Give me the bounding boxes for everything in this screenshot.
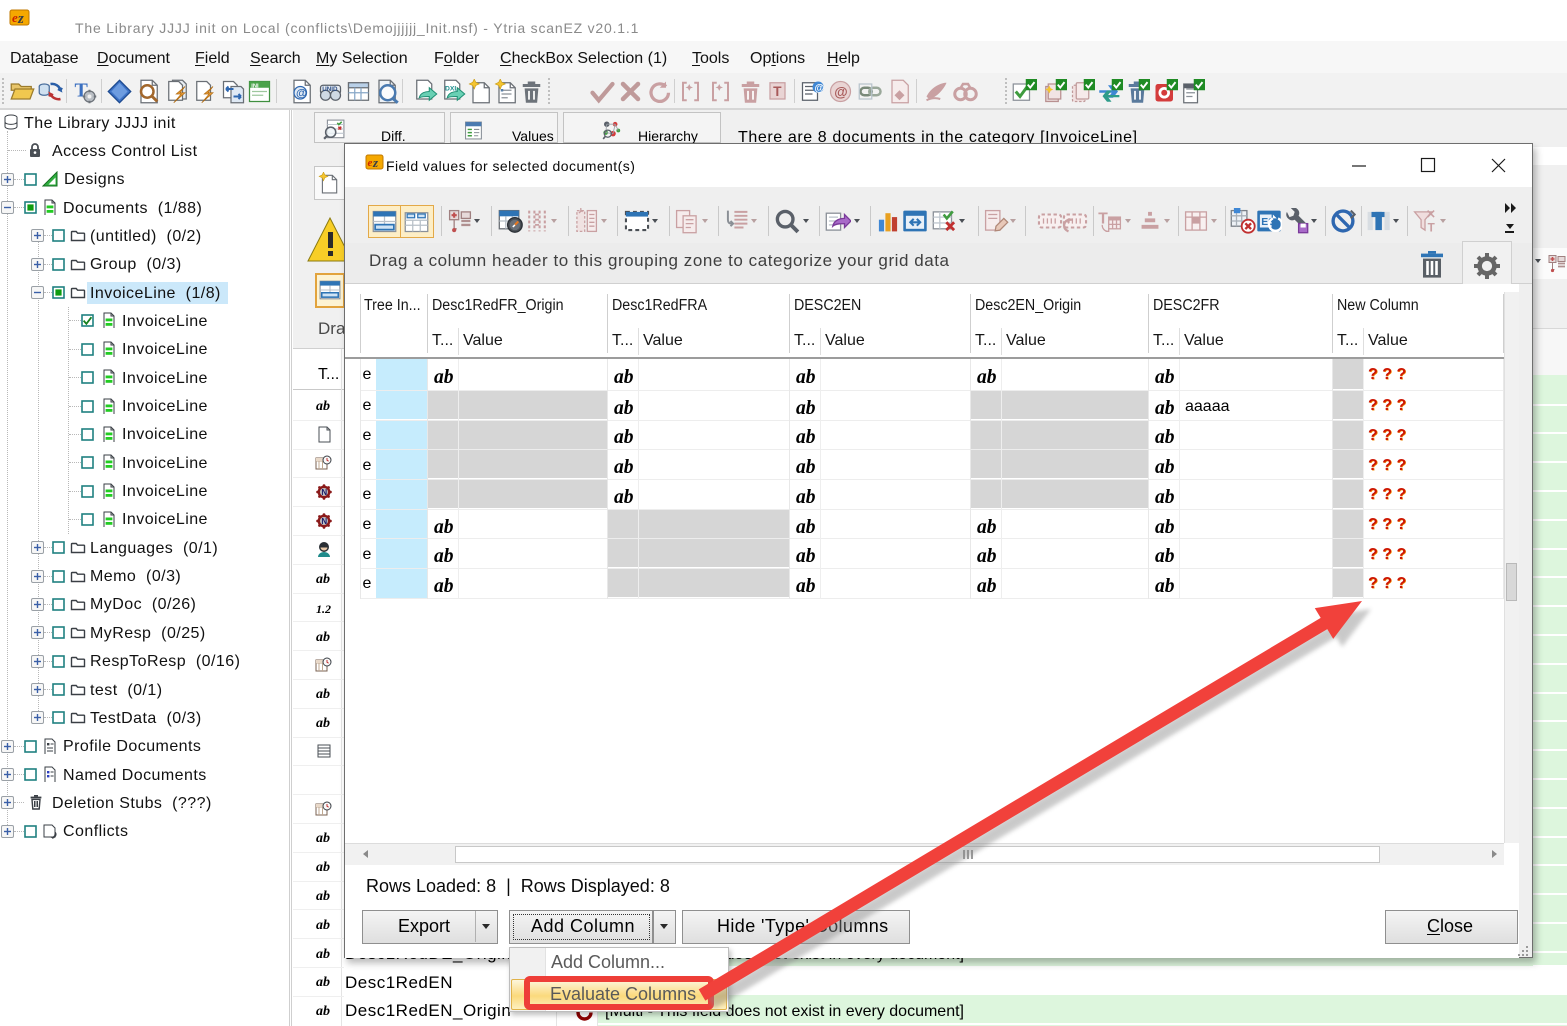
svg-text:@: @ xyxy=(296,88,307,100)
svg-text:T: T xyxy=(1098,211,1108,228)
svg-text:z: z xyxy=(372,155,379,170)
svg-text:N: N xyxy=(321,517,327,526)
svg-text:T: T xyxy=(1428,221,1436,234)
svg-text:N: N xyxy=(321,488,327,497)
svg-text:@: @ xyxy=(815,83,825,94)
svg-text:UNID: UNID xyxy=(322,86,338,93)
svg-text:T: T xyxy=(773,84,782,99)
svg-text:e: e xyxy=(368,157,373,169)
svg-text:INI: INI xyxy=(251,83,259,89)
svg-text:z: z xyxy=(17,11,24,27)
svg-text:@: @ xyxy=(834,85,847,100)
